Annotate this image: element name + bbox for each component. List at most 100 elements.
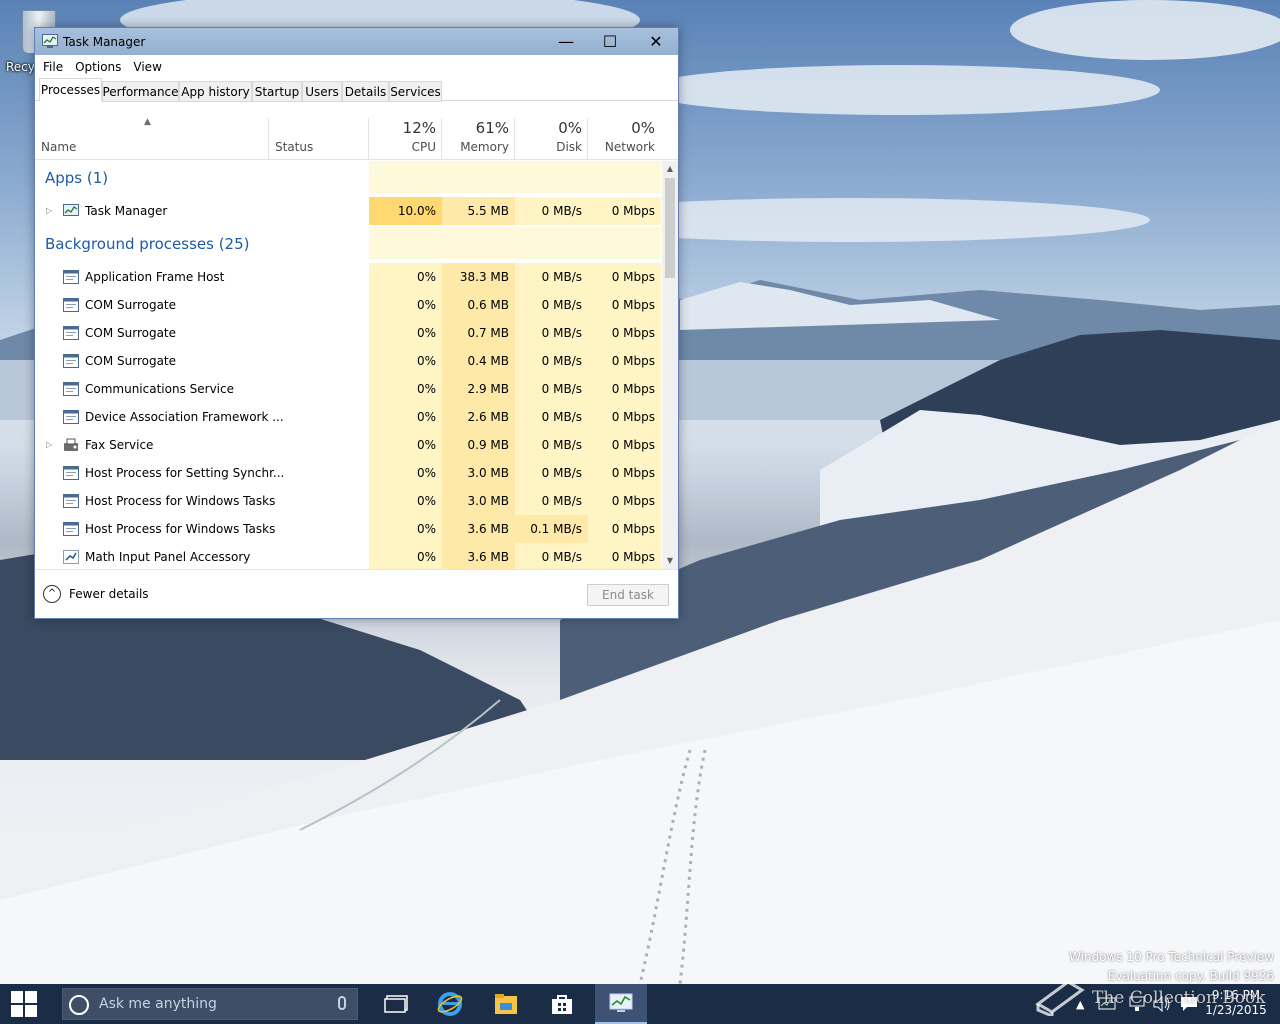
process-name: Host Process for Windows Tasks (85, 494, 276, 508)
expand-arrow-icon[interactable]: ▷ (46, 197, 52, 225)
maximize-icon: ☐ (602, 32, 618, 51)
cpu-value: 0% (369, 459, 442, 487)
table-row[interactable]: Host Process for Windows Tasks 0% 3.6 MB 0.… (35, 515, 661, 543)
task-manager-icon (42, 34, 58, 48)
table-row[interactable]: COM Surrogate 0% 0.7 MB 0 MB/s 0 Mbps (35, 319, 661, 347)
table-row[interactable]: COM Surrogate 0% 0.4 MB 0 MB/s 0 Mbps (35, 347, 661, 375)
task-view-button[interactable] (370, 984, 422, 1024)
taskbar-task-manager[interactable] (595, 984, 647, 1024)
minimize-icon: — (558, 32, 574, 51)
disk-value: 0 MB/s (515, 263, 588, 291)
heat-cell (515, 161, 588, 193)
group-header-background[interactable]: Background processes (25) (35, 227, 661, 259)
vertical-scrollbar[interactable]: ▲ ▼ (662, 161, 678, 569)
memory-value: 0.4 MB (442, 347, 515, 375)
disk-value: 0 MB/s (515, 487, 588, 515)
column-disk[interactable]: 0% Disk (515, 102, 588, 160)
network-value: 0 Mbps (588, 487, 661, 515)
heat-cell (369, 161, 442, 193)
network-value: 0 Mbps (588, 197, 661, 225)
process-name: COM Surrogate (85, 298, 177, 312)
column-cpu[interactable]: 12% CPU (369, 102, 442, 160)
microphone-icon[interactable] (338, 996, 346, 1010)
tab-startup[interactable]: Startup (252, 81, 302, 102)
disk-label: Disk (556, 140, 582, 154)
table-row[interactable]: Device Association Framework ... 0% 2.6 MB… (35, 403, 661, 431)
cpu-value: 10.0% (369, 197, 442, 225)
search-box[interactable]: Ask me anything (62, 988, 358, 1020)
fax-icon (64, 438, 78, 451)
column-header: ▲ Name Status 12% CPU 61% Memory 0% Disk… (35, 102, 678, 160)
table-row[interactable]: Host Process for Setting Synchr... 0% 3.0 … (35, 459, 661, 487)
minimize-button[interactable]: — (543, 28, 589, 55)
disk-value: 0.1 MB/s (515, 515, 588, 543)
start-button[interactable] (0, 984, 48, 1024)
taskbar-file-explorer[interactable] (480, 984, 532, 1024)
end-task-button[interactable]: End task (587, 584, 669, 606)
folder-icon (495, 994, 517, 1014)
network-value: 0 Mbps (588, 319, 661, 347)
window-footer: ^ Fewer details End task (35, 569, 678, 618)
process-name: Fax Service (85, 438, 154, 452)
menu-view[interactable]: View (127, 60, 167, 74)
table-row[interactable]: COM Surrogate 0% 0.6 MB 0 MB/s 0 Mbps (35, 291, 661, 319)
window-title: Task Manager (63, 35, 146, 49)
disk-value: 0 MB/s (515, 403, 588, 431)
process-window-icon (63, 410, 79, 424)
disk-value: 0 MB/s (515, 459, 588, 487)
title-bar[interactable]: Task Manager — ☐ ✕ (35, 28, 678, 55)
search-input[interactable]: Ask me anything (99, 996, 217, 1012)
scrollbar-thumb[interactable] (665, 178, 675, 278)
close-button[interactable]: ✕ (633, 28, 679, 55)
group-header-apps[interactable]: Apps (1) (35, 161, 661, 193)
cortana-icon (69, 995, 89, 1015)
process-name: Host Process for Windows Tasks (85, 522, 276, 536)
table-row[interactable]: Application Frame Host 0% 38.3 MB 0 MB/s 0 M… (35, 263, 661, 291)
tab-performance[interactable]: Performance (102, 81, 179, 102)
windows-logo-icon (11, 991, 37, 1017)
memory-value: 3.0 MB (442, 459, 515, 487)
process-name: Math Input Panel Accessory (85, 550, 251, 564)
table-row[interactable]: Host Process for Windows Tasks 0% 3.0 MB 0 … (35, 487, 661, 515)
tab-processes[interactable]: Processes (39, 78, 102, 102)
disk-total: 0% (558, 119, 582, 137)
network-value: 0 Mbps (588, 543, 661, 569)
menu-file[interactable]: File (37, 60, 69, 74)
expand-arrow-icon[interactable]: ▷ (46, 431, 52, 459)
table-row[interactable]: ▷ Task Manager 10.0% 5.5 MB 0 MB/s 0 Mbp… (35, 197, 661, 225)
table-row[interactable]: Communications Service 0% 2.9 MB 0 MB/s 0 Mb… (35, 375, 661, 403)
tab-details[interactable]: Details (342, 81, 389, 102)
table-row[interactable]: ▷ Fax Service 0% 0.9 MB 0 MB/s 0 Mbps (35, 431, 661, 459)
menu-bar: File Options View (35, 55, 678, 78)
heat-cell (588, 227, 661, 259)
cpu-value: 0% (369, 291, 442, 319)
tab-app-history[interactable]: App history (179, 81, 252, 102)
cpu-value: 0% (369, 319, 442, 347)
task-manager-icon (609, 993, 633, 1012)
maximize-button[interactable]: ☐ (587, 28, 633, 55)
heat-cell (588, 161, 661, 193)
cpu-value: 0% (369, 375, 442, 403)
cpu-value: 0% (369, 487, 442, 515)
math-input-icon (63, 550, 79, 564)
column-divider[interactable] (268, 118, 269, 160)
taskbar-internet-explorer[interactable] (424, 984, 476, 1024)
scroll-up-icon[interactable]: ▲ (662, 161, 678, 177)
tab-services[interactable]: Services (389, 81, 442, 102)
column-network[interactable]: 0% Network (588, 102, 661, 160)
column-name[interactable]: Name (41, 140, 76, 154)
process-window-icon (63, 466, 79, 480)
tab-users[interactable]: Users (302, 81, 342, 102)
scroll-down-icon[interactable]: ▼ (662, 553, 678, 569)
taskbar-store[interactable] (536, 984, 588, 1024)
disk-value: 0 MB/s (515, 543, 588, 569)
column-memory[interactable]: 61% Memory (442, 102, 515, 160)
process-window-icon (63, 522, 79, 536)
menu-options[interactable]: Options (69, 60, 127, 74)
memory-total: 61% (475, 119, 509, 137)
process-name: Task Manager (85, 204, 168, 218)
process-name: COM Surrogate (85, 354, 177, 368)
memory-value: 3.6 MB (442, 543, 515, 569)
table-row[interactable]: Math Input Panel Accessory 0% 3.6 MB 0 MB/s… (35, 543, 661, 569)
column-status[interactable]: Status (275, 140, 313, 154)
